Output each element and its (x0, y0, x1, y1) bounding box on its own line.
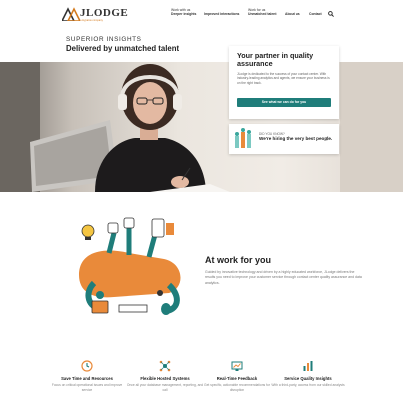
quality-card-body: JLodge is dedicated to the success of yo… (237, 72, 330, 85)
quality-card-title: Your partner in quality assurance (237, 51, 314, 68)
feature-title: Save Time and Resources (61, 376, 113, 381)
feature-title: Service Quality Insights (284, 376, 332, 381)
nav-label-small: Work with us (171, 8, 191, 12)
raised-hands-icon (235, 128, 251, 148)
feature-real-time: Real-Time Feedback Get specific, actiona… (197, 360, 277, 392)
feature-desc: Once all your database management, repor… (126, 383, 204, 392)
logo-tagline: a Hypatos company (80, 19, 103, 22)
money-clock-icon (81, 360, 93, 372)
nav-label: Unmatched talent (248, 12, 277, 17)
worker-illustration (79, 217, 181, 315)
chart-bars-icon (303, 361, 313, 371)
logo-mark-icon (62, 7, 80, 21)
chevron-right-icon: › (326, 134, 329, 143)
hero-heading: SUPERIOR INSIGHTS Delivered by unmatched… (66, 36, 179, 53)
woman-with-headphones-illustration (0, 62, 403, 192)
search-icon[interactable] (328, 11, 334, 17)
see-what-we-can-do-button[interactable]: See what we can do for you (237, 98, 331, 107)
dyk-headline: We're hiring the very best people. (259, 136, 333, 141)
nav-deeper-insights[interactable]: Work with us Deeper insights (171, 8, 196, 17)
feature-title: Real-Time Feedback (216, 376, 258, 381)
work-section-title: At work for you (205, 255, 272, 265)
site-header: JLODGE a Hypatos company Work with us De… (0, 0, 403, 34)
feature-desc: Get specific, actionable recommendations… (204, 383, 270, 392)
feature-flexible-hosted: Flexible Hosted Systems Once all your da… (125, 360, 205, 392)
feature-title: Flexible Hosted Systems (140, 376, 190, 381)
logo[interactable]: JLODGE a Hypatos company (62, 6, 128, 28)
network-icon (159, 360, 171, 372)
hero-photo (0, 62, 403, 192)
nav-label-small: Work for us (248, 8, 266, 12)
feature-desc: With a third-party, access from our skil… (271, 383, 345, 387)
feature-service-quality: Service Quality Insights With a third-pa… (268, 360, 348, 388)
hero-title: Delivered by unmatched talent (66, 44, 180, 53)
nav-label: Contact (309, 12, 322, 16)
nav-unmatched-talent[interactable]: Work for us Unmatched talent (248, 8, 276, 17)
nav-contact[interactable]: Contact (309, 12, 322, 16)
hero-eyebrow: SUPERIOR INSIGHTS (66, 36, 142, 43)
feature-desc: Focus on critical operational issues and… (51, 383, 123, 392)
nav-label: Deeper insights (171, 12, 197, 17)
nav-label: About us (285, 12, 300, 16)
work-section-body: Guided by innovative technology and driv… (205, 270, 362, 285)
logo-text: JLODGE (80, 7, 129, 19)
nav-about-us[interactable]: About us (285, 12, 300, 16)
monitor-chart-icon (231, 361, 243, 371)
feature-save-time: Save Time and Resources Focus on critica… (47, 360, 127, 392)
quality-assurance-card: Your partner in quality assurance JLodge… (229, 46, 339, 119)
nav-improved-interactions[interactable]: Improved interactions (204, 12, 239, 16)
nav-label: Improved interactions (204, 12, 240, 16)
did-you-know-card[interactable]: DID YOU KNOW? We're hiring the very best… (229, 124, 339, 154)
